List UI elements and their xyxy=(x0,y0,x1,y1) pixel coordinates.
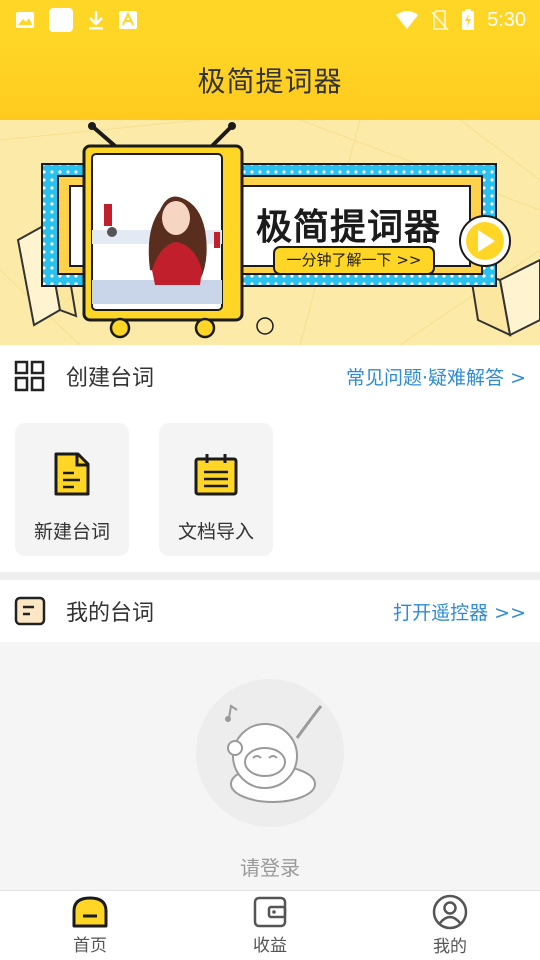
no-sim-icon xyxy=(431,10,449,31)
faq-link[interactable]: 常见问题·疑难解答 > xyxy=(346,363,526,390)
banner-title: 极简提词器 xyxy=(256,207,442,248)
my-scripts-empty-state: 请登录 xyxy=(0,642,540,892)
sleeping-monkey-illustration xyxy=(196,679,344,827)
tab-earnings-label: 收益 xyxy=(253,936,287,956)
profile-icon xyxy=(432,894,468,930)
open-remote-link[interactable]: 打开遥控器 >> xyxy=(393,598,526,625)
create-section-title: 创建台词 xyxy=(66,366,155,391)
status-bar: 5:30 xyxy=(0,0,540,40)
my-scripts-header: 我的台词 打开遥控器 >> xyxy=(0,580,540,642)
bottom-tabbar: 首页 收益 我的 xyxy=(0,890,540,960)
script-list-icon xyxy=(14,596,46,626)
import-document-icon xyxy=(193,451,239,501)
battery-charging-icon xyxy=(462,9,475,30)
new-script-label: 新建台词 xyxy=(33,521,110,543)
tab-profile-label: 我的 xyxy=(433,937,467,957)
tab-earnings[interactable]: 收益 xyxy=(180,891,360,960)
banner-subtitle-button[interactable]: 一分钟了解一下 >> xyxy=(274,247,434,274)
tab-profile[interactable]: 我的 xyxy=(360,891,540,960)
promo-banner[interactable]: 极简提词器 一分钟了解一下 >> xyxy=(0,120,540,345)
app-header: 极简提词器 xyxy=(0,40,540,120)
new-document-icon xyxy=(52,451,92,501)
tab-home[interactable]: 首页 xyxy=(0,891,180,960)
wifi-icon xyxy=(396,11,419,29)
app-a-icon xyxy=(119,11,137,29)
my-scripts-title: 我的台词 xyxy=(66,601,155,626)
status-right: 5:30 xyxy=(395,9,526,32)
download-icon xyxy=(89,11,103,30)
section-divider xyxy=(0,572,540,580)
grid-layout-icon xyxy=(14,360,45,392)
status-time: 5:30 xyxy=(487,8,526,31)
status-left xyxy=(14,7,138,33)
image-icon xyxy=(16,12,34,28)
new-script-card[interactable]: 新建台词 xyxy=(15,423,129,556)
login-prompt[interactable]: 请登录 xyxy=(0,852,540,881)
import-document-card[interactable]: 文档导入 xyxy=(159,423,273,556)
create-section-header: 创建台词 常见问题·疑难解答 > xyxy=(0,345,540,407)
create-cards: 新建台词 文档导入 xyxy=(0,407,540,572)
page-title: 极简提词器 xyxy=(197,65,343,98)
import-document-label: 文档导入 xyxy=(177,521,254,543)
home-icon xyxy=(72,896,108,928)
tab-home-label: 首页 xyxy=(73,936,107,956)
wallet-icon xyxy=(253,896,287,928)
square-notification-icon xyxy=(49,8,73,32)
